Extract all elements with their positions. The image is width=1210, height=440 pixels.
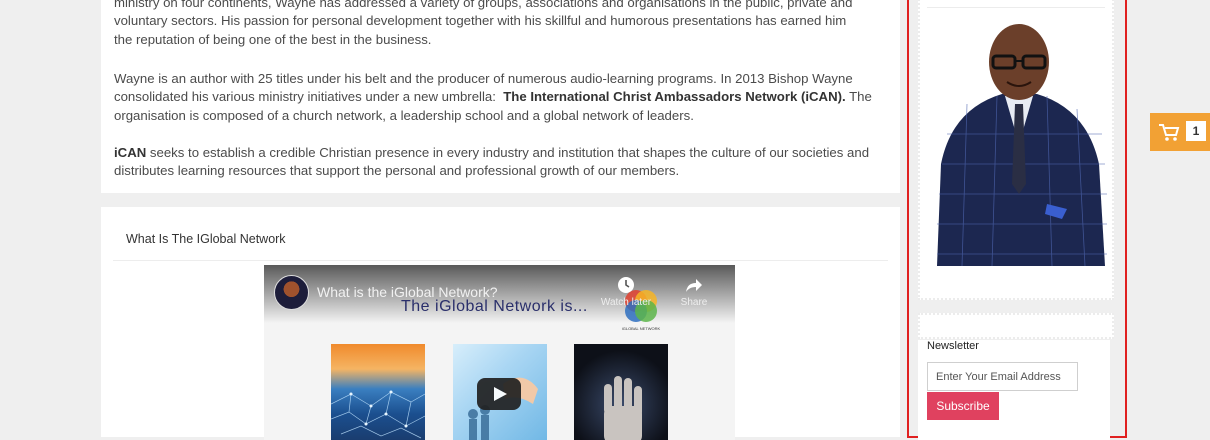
author-portrait <box>927 14 1110 266</box>
divider <box>927 7 1105 8</box>
channel-avatar[interactable] <box>274 275 309 310</box>
share-label: Share <box>680 297 708 308</box>
bio-p2-line3: organisation is composed of a church net… <box>114 107 694 123</box>
bio-p3-line1: seeks to establish a credible Christian … <box>146 145 870 160</box>
thumbnail-network-globe <box>330 344 426 440</box>
sidebar: Newsletter Subscribe <box>907 0 1127 440</box>
email-field[interactable] <box>927 362 1078 391</box>
bio-p1-line3: the reputation of being one of the best … <box>114 31 432 47</box>
clock-icon <box>598 275 654 297</box>
video-section-title: What Is The IGlobal Network <box>126 232 286 246</box>
ican-network-name: The International Christ Ambassadors Net… <box>503 89 846 105</box>
thumbnail-hand <box>574 344 668 440</box>
cart-button[interactable]: 1 <box>1150 113 1210 151</box>
ican-label: iCAN <box>114 145 147 160</box>
cart-icon <box>1159 124 1180 141</box>
bio-p1-line1: ministry on four continents, Wayne has a… <box>114 0 853 10</box>
watch-later-button[interactable]: Watch later <box>598 275 654 308</box>
sidebar-spacer-widget <box>918 313 1114 339</box>
bio-paragraph-3: iCAN seeks to establish a credible Chris… <box>114 144 889 181</box>
player-headline: The iGlobal Network is... <box>401 298 588 315</box>
play-icon[interactable] <box>477 378 521 410</box>
bio-p1-line2: voluntary sectors. His passion for perso… <box>114 13 847 29</box>
video-card: What Is The IGlobal Network What is the … <box>101 207 900 440</box>
bio-p3-line2: distributes learning resources that supp… <box>114 163 680 179</box>
share-icon <box>666 275 722 297</box>
bio-card: ministry on four continents, Wayne has a… <box>101 0 900 193</box>
bio-paragraph-2: Wayne is an author with 25 titles under … <box>114 70 889 125</box>
watch-later-label: Watch later <box>600 297 652 308</box>
photo-widget <box>918 0 1114 300</box>
divider <box>113 260 888 261</box>
subscribe-button[interactable]: Subscribe <box>927 392 999 420</box>
share-button[interactable]: Share <box>666 275 722 308</box>
bio-p2-line2-suffix: The <box>845 89 872 105</box>
newsletter-title: Newsletter <box>927 340 979 352</box>
bio-p2-line2-prefix: consolidated his various ministry initia… <box>114 89 504 105</box>
bio-paragraph-1: ministry on four continents, Wayne has a… <box>114 0 889 49</box>
newsletter-widget: Newsletter Subscribe <box>918 340 1110 440</box>
logo-caption: iGLOBAL NETWORK <box>621 326 661 331</box>
video-player[interactable]: What is the iGlobal Network? The iGlobal… <box>264 265 735 440</box>
bio-p2-line1: Wayne is an author with 25 titles under … <box>114 71 853 86</box>
cart-count-badge: 1 <box>1186 121 1206 141</box>
